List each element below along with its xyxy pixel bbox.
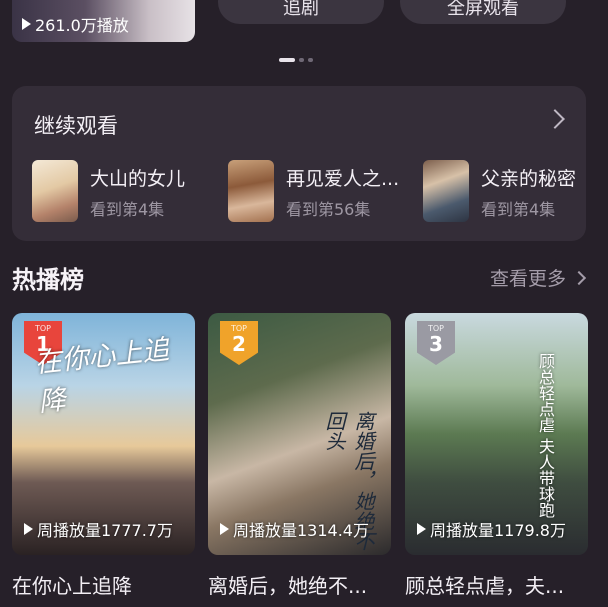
continue-item-progress: 看到第4集 [90,200,165,219]
follow-drama-label: 追剧 [283,0,319,19]
carousel-dot-active [279,58,295,62]
weekly-plays: 周播放量1314.4万 [220,517,369,541]
continue-item-thumbnail [32,160,78,222]
see-more-link[interactable]: 查看更多 [489,264,587,291]
banner-play-count-text: 261.0万播放 [35,16,129,35]
hot-list-card[interactable]: TOP 1 在你心上追降 周播放量1777.7万 [12,313,195,555]
weekly-plays: 周播放量1179.8万 [417,517,566,541]
play-icon [22,18,31,30]
play-icon [220,523,229,535]
chevron-right-icon [571,270,587,285]
hot-card-name[interactable]: 顾总轻点虐，夫... [405,570,588,599]
continue-item-thumbnail [228,160,274,222]
continue-item-thumbnail [423,160,469,222]
banner-play-count: 261.0万播放 [22,12,129,36]
weekly-plays-text: 周播放量1314.4万 [233,521,369,540]
rank-number: 2 [232,332,246,356]
hot-card-name[interactable]: 离婚后，她绝不... [208,570,391,599]
weekly-plays: 周播放量1777.7万 [24,517,173,541]
poster-title-art: 顾总轻点虐 夫人带球跑 [536,353,555,519]
chevron-right-icon[interactable] [545,109,565,129]
continue-item[interactable]: 再见爱人之... 看到第56集 [228,160,406,222]
hot-list-card[interactable]: TOP 2 离婚后，她绝不回头 周播放量1314.4万 [208,313,391,555]
see-more-label: 查看更多 [489,268,566,290]
continue-item-progress: 看到第4集 [481,200,556,219]
continue-item-name: 大山的女儿 [90,168,186,190]
continue-item-name: 再见爱人之... [286,168,400,190]
continue-item[interactable]: 父亲的秘密 看到第4集 [423,160,575,222]
continue-watching-panel: 继续观看 大山的女儿 看到第4集 再见爱人之... 看到第56集 父亲的秘密 看… [12,86,586,241]
weekly-plays-text: 周播放量1179.8万 [430,521,566,540]
banner-poster[interactable]: 261.0万播放 [12,0,195,42]
weekly-plays-text: 周播放量1777.7万 [37,521,173,540]
continue-item-name: 父亲的秘密 [481,168,575,190]
play-icon [417,523,426,535]
rank-number: 3 [429,332,443,356]
continue-item[interactable]: 大山的女儿 看到第4集 [32,160,207,222]
carousel-dot [308,58,313,62]
continue-item-progress: 看到第56集 [286,200,371,219]
carousel-indicator [279,58,313,62]
play-icon [24,523,33,535]
hot-list-card[interactable]: TOP 3 顾总轻点虐 夫人带球跑 周播放量1179.8万 [405,313,588,555]
hot-list-title: 热播榜 [12,266,84,294]
fullscreen-watch-button[interactable]: 全屏观看 [400,0,566,24]
follow-drama-button[interactable]: 追剧 [218,0,384,24]
poster-title-art: 在你心上追降 [33,334,171,419]
hot-card-name[interactable]: 在你心上追降 [12,570,195,599]
fullscreen-watch-label: 全屏观看 [447,0,519,19]
continue-watching-title: 继续观看 [34,114,118,138]
carousel-dot [299,58,304,62]
